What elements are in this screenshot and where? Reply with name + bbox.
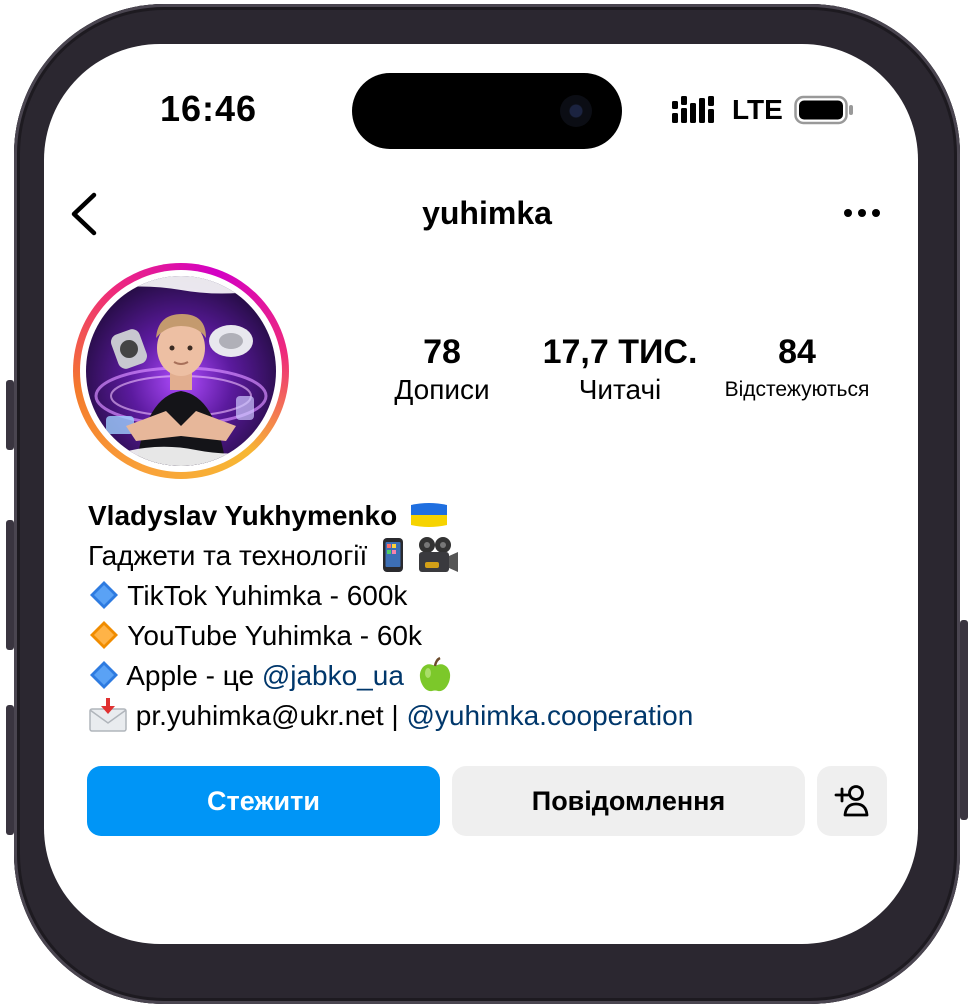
- battery-icon: [794, 95, 853, 125]
- bio-text-4: Apple - це: [126, 660, 255, 691]
- bio-text-3: YouTube Yuhimka - 60k: [127, 620, 423, 651]
- blue-diamond-icon: [90, 580, 118, 609]
- bio-name-row: Vladyslav Yukhymenko: [88, 496, 908, 536]
- following-count: 84: [778, 333, 816, 371]
- blue-diamond-icon: [90, 660, 118, 689]
- green-apple-icon: [419, 656, 450, 691]
- message-button[interactable]: Повідомлення: [452, 766, 805, 836]
- phone-side-button: [6, 705, 14, 835]
- orange-diamond-icon: [90, 620, 118, 649]
- dynamic-island: [352, 73, 622, 149]
- posts-label: Дописи: [394, 374, 490, 405]
- avatar-image: [86, 276, 276, 466]
- posts-count: 78: [423, 333, 461, 371]
- more-icon[interactable]: [842, 205, 882, 221]
- ukraine-flag-icon: [410, 502, 447, 527]
- stat-followers[interactable]: 17,7 ТИС. Читачі: [530, 332, 710, 408]
- envelope-icon: [89, 697, 127, 732]
- bio-line-4: Apple - це @jabko_ua: [88, 656, 908, 696]
- story-ring[interactable]: [73, 263, 289, 479]
- profile-bio: Vladyslav Yukhymenko Гаджети та технолог…: [88, 496, 908, 736]
- phone-side-button: [6, 380, 14, 450]
- stat-posts: 78 Дописи: [372, 332, 512, 408]
- followers-count: 17,7 ТИС.: [542, 333, 698, 371]
- following-label: Відстежуються: [724, 378, 870, 401]
- phone-side-button: [6, 520, 14, 650]
- bio-line-2: TikTok Yuhimka - 600k: [88, 576, 908, 616]
- phone-side-button: [960, 620, 968, 820]
- bio-line-5: pr.yuhimka@ukr.net | @yuhimka.cooperatio…: [88, 696, 908, 736]
- avatar[interactable]: [86, 276, 276, 466]
- network-label: LTE: [732, 94, 783, 125]
- profile-username: yuhimka: [422, 195, 552, 231]
- bio-text-2: TikTok Yuhimka - 600k: [127, 580, 408, 611]
- bio-text-1: Гаджети та технології: [88, 540, 368, 571]
- bio-line-3: YouTube Yuhimka - 60k: [88, 616, 908, 656]
- add-user-button[interactable]: [817, 766, 887, 836]
- follow-button[interactable]: Стежити: [87, 766, 440, 836]
- bio-line-1: Гаджети та технології: [88, 536, 908, 576]
- camera-emoji-icon: [418, 536, 458, 572]
- add-user-icon: [834, 785, 869, 817]
- followers-label: Читачі: [578, 374, 662, 405]
- phone-emoji-icon: [383, 537, 404, 572]
- jabko-link[interactable]: @jabko_ua: [262, 660, 404, 691]
- front-camera-icon: [560, 95, 592, 127]
- status-time: 16:46: [160, 88, 258, 129]
- cooperation-link[interactable]: @yuhimka.cooperation: [407, 700, 694, 731]
- display-name: Vladyslav Yukhymenko: [88, 500, 398, 531]
- signal-icon: [672, 96, 714, 123]
- stat-following[interactable]: 84 Відстежуються: [712, 332, 882, 408]
- bio-text-5: pr.yuhimka@ukr.net |: [135, 700, 399, 731]
